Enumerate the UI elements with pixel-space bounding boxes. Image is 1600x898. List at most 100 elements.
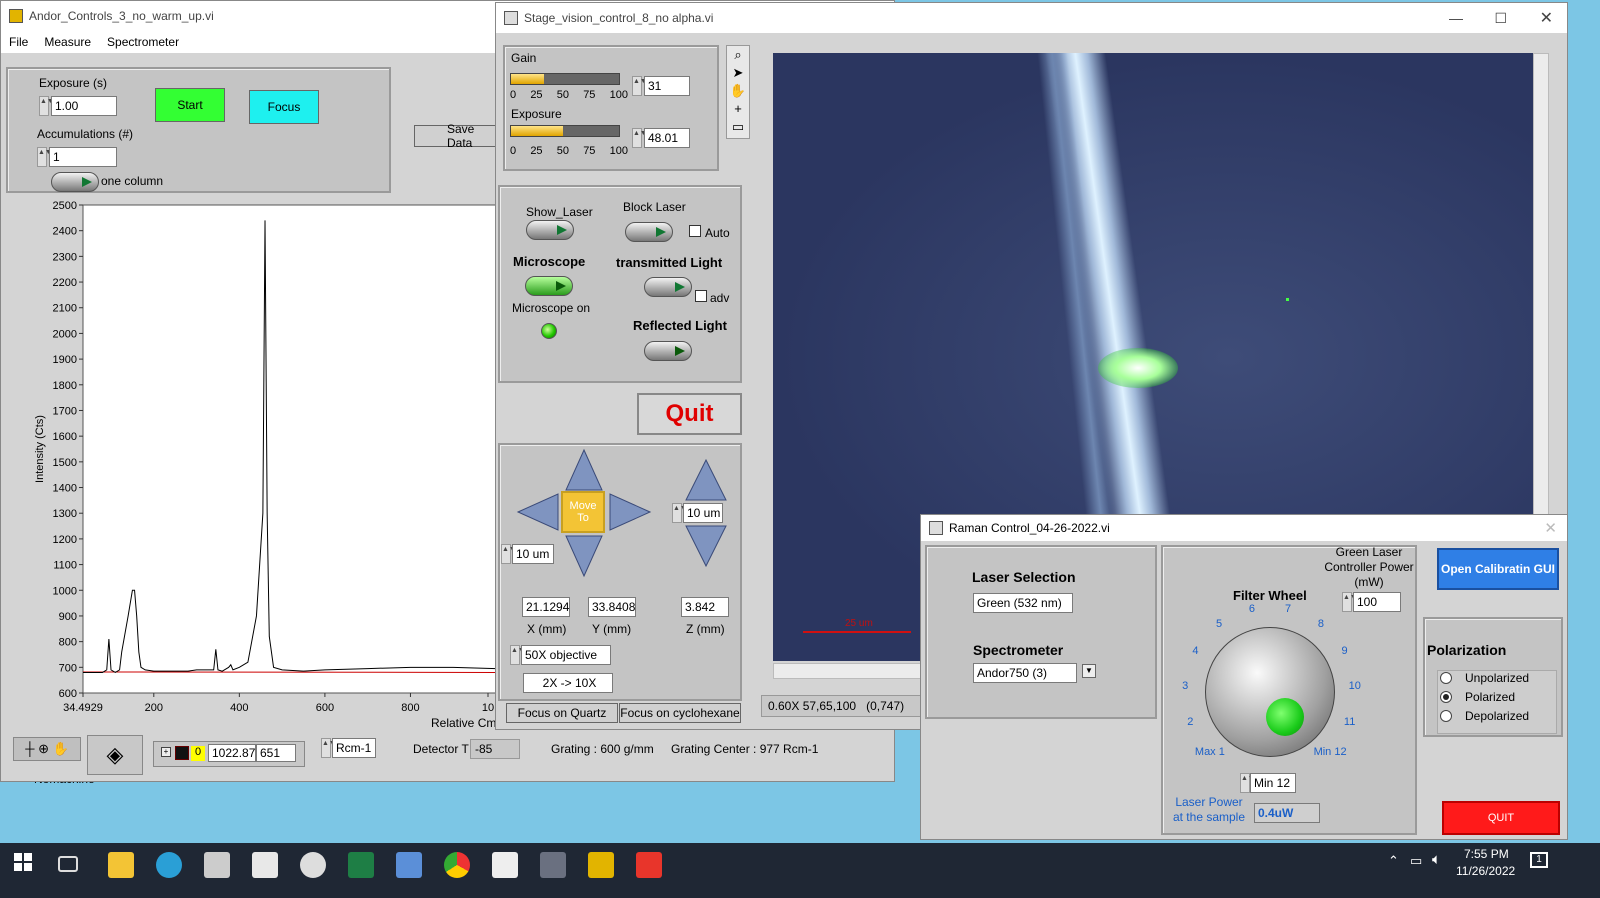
raman-close-icon[interactable]: ✕ bbox=[1544, 519, 1557, 537]
menu-file[interactable]: File bbox=[9, 35, 28, 49]
gain-spinner[interactable]: ▲▼ bbox=[632, 76, 647, 96]
menu-measure[interactable]: Measure bbox=[44, 35, 91, 49]
auto-checkbox[interactable] bbox=[689, 225, 701, 237]
block-laser-toggle[interactable] bbox=[625, 222, 673, 242]
reflected-toggle[interactable] bbox=[644, 341, 692, 361]
dial-spinner[interactable]: ▲▼ bbox=[1240, 773, 1255, 793]
accum-spinner[interactable]: ▲▼ bbox=[37, 147, 52, 167]
graph-palette[interactable]: ┼ ⊕ ✋ bbox=[13, 737, 81, 761]
zoom-icon[interactable]: ⊕ bbox=[38, 741, 49, 756]
one-column-toggle[interactable] bbox=[51, 172, 99, 192]
minimize-icon[interactable]: — bbox=[1449, 10, 1463, 26]
raman-task-icon[interactable] bbox=[540, 852, 566, 878]
snipping-tool-icon[interactable] bbox=[300, 852, 326, 878]
polarization-radio[interactable] bbox=[1440, 672, 1452, 684]
y-tick-label: 2100 bbox=[53, 303, 77, 315]
open-calibration-button[interactable]: Open Calibratin GUI bbox=[1437, 548, 1559, 590]
dropdown-arrow-icon[interactable]: ▼ bbox=[1082, 664, 1096, 678]
maximize-icon[interactable]: ☐ bbox=[1494, 10, 1507, 27]
z-step-spinner[interactable]: ▲▼ bbox=[672, 503, 687, 523]
dial-value-input[interactable]: Min 12 bbox=[1250, 773, 1296, 793]
exposure-input[interactable]: 1.00 bbox=[51, 96, 117, 116]
gain-slider[interactable] bbox=[510, 73, 620, 85]
green-power-spinner[interactable]: ▲▼ bbox=[1342, 592, 1357, 612]
labview-app-icon[interactable] bbox=[252, 852, 278, 878]
exposure-slider[interactable] bbox=[510, 125, 620, 137]
unit-spinner[interactable]: ▲▼ bbox=[321, 738, 336, 758]
task-view-icon[interactable] bbox=[58, 856, 78, 872]
move-to-button[interactable]: Move To bbox=[561, 491, 605, 533]
transmitted-toggle[interactable] bbox=[644, 277, 692, 297]
zoom-tool-icon[interactable]: ⌕ bbox=[727, 46, 749, 64]
tray-chevron-icon[interactable]: ⌃ bbox=[1388, 853, 1399, 869]
raman-titlebar[interactable]: Raman Control_04-26-2022.vi ✕ bbox=[921, 515, 1567, 541]
close-icon[interactable]: ✕ bbox=[1540, 8, 1553, 28]
remote-desktop-icon[interactable] bbox=[396, 852, 422, 878]
rect-tool-icon[interactable]: ▭ bbox=[727, 118, 749, 136]
file-explorer-icon[interactable] bbox=[108, 852, 134, 878]
objective-spinner[interactable]: ▲▼ bbox=[510, 645, 525, 665]
excel-icon[interactable] bbox=[348, 852, 374, 878]
y-axis-label: Intensity (Cts) bbox=[34, 415, 46, 483]
crosshair-icon[interactable]: ┼ bbox=[25, 741, 34, 756]
spectrum-chart[interactable]: 600 700 800 900 1000 1100 1200 1300 1400 1500 1600… bbox=[1, 195, 501, 735]
exposure-spinner[interactable]: ▲▼ bbox=[632, 128, 647, 148]
save-data-button[interactable]: Save Data bbox=[414, 122, 504, 150]
volume-icon[interactable]: 🔈︎ bbox=[1432, 851, 1441, 868]
polarization-radio[interactable] bbox=[1440, 710, 1452, 722]
arrow-down-icon[interactable] bbox=[565, 535, 603, 578]
green-power-input[interactable]: 100 bbox=[1353, 592, 1401, 612]
accum-input[interactable]: 1 bbox=[49, 147, 117, 167]
gain-input[interactable]: 31 bbox=[644, 76, 690, 96]
xy-step-input[interactable]: 10 um bbox=[512, 544, 554, 564]
show-laser-toggle[interactable] bbox=[526, 220, 574, 240]
conversion-select[interactable]: 2X -> 10X bbox=[523, 673, 613, 693]
cursor-move-icon[interactable]: ◈ bbox=[87, 735, 143, 775]
spectrometer-select[interactable]: Andor750 (3) bbox=[973, 663, 1077, 683]
pan-hand-icon[interactable]: ✋ bbox=[53, 741, 69, 756]
chrome-icon[interactable] bbox=[444, 852, 470, 878]
exposure-spinner[interactable]: ▲▼ bbox=[39, 96, 54, 116]
stage-titlebar[interactable]: Stage_vision_control_8_no alpha.vi — ☐ ✕ bbox=[496, 3, 1567, 33]
laser-select[interactable]: Green (532 nm) bbox=[973, 593, 1073, 613]
hand-tool-icon[interactable]: ✋ bbox=[727, 82, 749, 100]
adv-checkbox[interactable] bbox=[695, 290, 707, 302]
stage-task-icon[interactable] bbox=[492, 852, 518, 878]
clock-date[interactable]: 11/26/2022 bbox=[1456, 864, 1515, 878]
start-windows-icon[interactable] bbox=[14, 853, 32, 871]
notification-icon[interactable]: 1 bbox=[1530, 852, 1548, 868]
focus-cyclohexane-button[interactable]: Focus on cyclohexane bbox=[619, 703, 741, 723]
clock-time[interactable]: 7:55 PM bbox=[1464, 847, 1509, 861]
status-coord: (0,747) bbox=[866, 699, 905, 713]
menu-spectrometer[interactable]: Spectrometer bbox=[107, 35, 179, 49]
z-step-input[interactable]: 10 um bbox=[683, 503, 723, 523]
unit-value[interactable]: Rcm-1 bbox=[332, 738, 376, 758]
gain-tick-25: 25 bbox=[530, 89, 543, 101]
pointer-tool-icon[interactable]: ➤ bbox=[727, 64, 749, 82]
start-button[interactable]: Start bbox=[155, 88, 225, 122]
xy-step-spinner[interactable]: ▲▼ bbox=[501, 544, 516, 564]
filter-wheel-knob[interactable] bbox=[1205, 627, 1335, 757]
cursor-lock-icon[interactable]: + bbox=[161, 747, 171, 757]
network-icon[interactable]: ▭ bbox=[1410, 853, 1422, 869]
focus-button[interactable]: Focus bbox=[249, 90, 319, 124]
calculator-icon[interactable] bbox=[204, 852, 230, 878]
quit-button[interactable]: Quit bbox=[637, 393, 742, 435]
one-column-label: one column bbox=[101, 174, 164, 188]
raman-quit-button[interactable]: QUIT bbox=[1442, 801, 1560, 835]
z-down-icon[interactable] bbox=[685, 525, 727, 568]
microscope-toggle[interactable] bbox=[525, 276, 573, 296]
arrow-right-icon[interactable] bbox=[609, 493, 652, 531]
anydesk-icon[interactable] bbox=[636, 852, 662, 878]
andor-task-icon[interactable] bbox=[588, 852, 614, 878]
polarization-radio[interactable] bbox=[1440, 691, 1452, 703]
edge-browser-icon[interactable] bbox=[156, 852, 182, 878]
focus-quartz-button[interactable]: Focus on Quartz bbox=[506, 703, 618, 723]
arrow-up-icon[interactable] bbox=[565, 448, 603, 491]
exposure-input[interactable]: 48.01 bbox=[644, 128, 690, 148]
z-up-icon[interactable] bbox=[685, 458, 727, 501]
arrow-left-icon[interactable] bbox=[516, 493, 559, 531]
dial-label: Min 12 bbox=[1313, 746, 1347, 759]
objective-select[interactable]: 50X objective bbox=[521, 645, 611, 665]
crosshair-tool-icon[interactable]: + bbox=[727, 100, 749, 118]
